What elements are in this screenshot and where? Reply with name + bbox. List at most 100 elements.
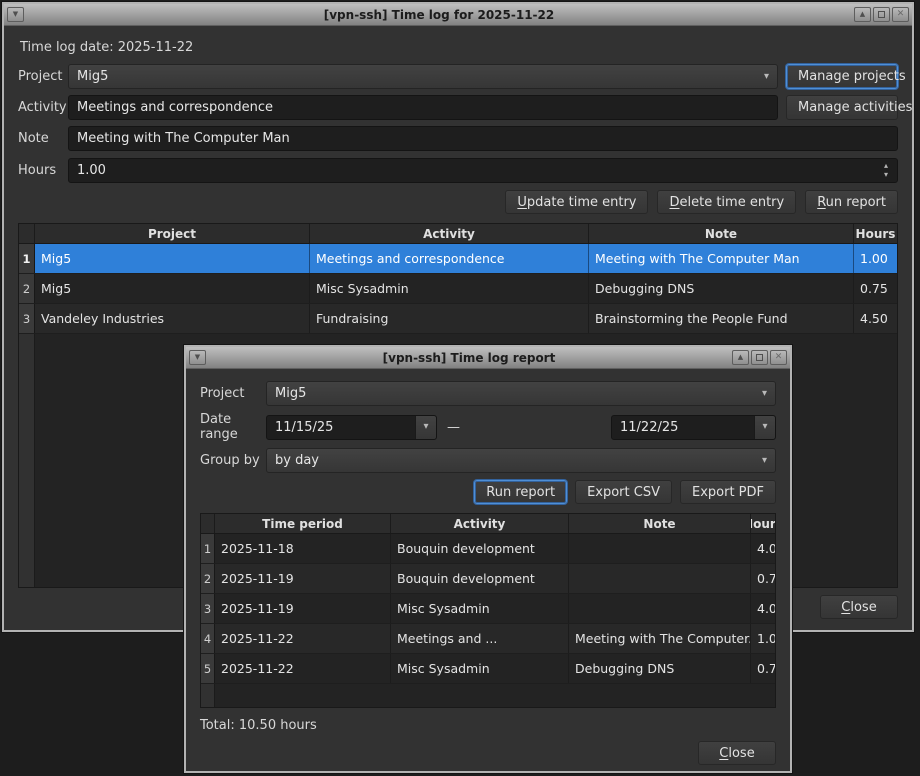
report-project-row: Project Mig5 ▾ — [200, 381, 776, 406]
start-date-picker[interactable]: 11/15/25 ▾ — [266, 415, 437, 440]
cell-hours: 4.50 — [854, 304, 897, 333]
row-number: 1 — [19, 244, 35, 273]
cell-hours: 1.00 — [854, 244, 897, 273]
spinner-buttons: ▴ ▾ — [877, 162, 895, 179]
close-icon: ✕ — [897, 10, 905, 19]
cell-note — [569, 534, 751, 563]
entry-action-buttons: Update time entry Delete time entry Run … — [18, 190, 898, 214]
table-row[interactable]: 2 Mig5 Misc Sysadmin Debugging DNS 0.75 — [19, 274, 897, 304]
window-controls: ▲ ✕ — [854, 7, 909, 22]
chevron-down-icon: ▾ — [762, 389, 767, 399]
table-row[interactable]: 3 Vandeley Industries Fundraising Brains… — [19, 304, 897, 334]
window-menu-button[interactable]: ▼ — [7, 7, 24, 22]
col-header-activity[interactable]: Activity — [310, 224, 589, 243]
project-label: Project — [18, 69, 68, 84]
chevron-down-icon: ▾ — [764, 72, 769, 82]
maximize-button[interactable] — [873, 7, 890, 22]
col-header-note[interactable]: Note — [569, 514, 751, 533]
cell-hours: 4.00 — [751, 534, 775, 563]
group-by-value: by day — [275, 453, 756, 468]
activity-row: Activity Meetings and correspondence Man… — [18, 95, 898, 120]
col-header-time-period[interactable]: Time period — [215, 514, 391, 533]
delete-time-entry-button[interactable]: Delete time entry — [657, 190, 796, 214]
col-header-note[interactable]: Note — [589, 224, 854, 243]
hours-label: Hours — [18, 163, 68, 178]
cell-hours: 1.00 — [751, 624, 775, 653]
menu-icon: ▼ — [195, 354, 200, 361]
window-controls: ▲ ✕ — [732, 350, 787, 365]
cell-project: Mig5 — [35, 244, 310, 273]
date-range-row: Date range 11/15/25 ▾ — 11/22/25 ▾ — [200, 412, 776, 442]
run-report-button[interactable]: Run report — [805, 190, 898, 214]
cell-period: 2025-11-22 — [215, 654, 391, 683]
shade-button[interactable]: ▲ — [854, 7, 871, 22]
cell-note — [569, 594, 751, 623]
main-titlebar[interactable]: ▼ [vpn-ssh] Time log for 2025-11-22 ▲ ✕ — [4, 4, 912, 26]
manage-projects-button[interactable]: Manage projects — [786, 64, 898, 89]
spin-down-icon[interactable]: ▾ — [884, 171, 888, 179]
spin-up-icon[interactable]: ▴ — [884, 162, 888, 170]
table-header: Project Activity Note Hours — [19, 224, 897, 244]
col-header-project[interactable]: Project — [35, 224, 310, 243]
report-project-label: Project — [200, 386, 266, 401]
cell-note: Debugging DNS — [569, 654, 751, 683]
note-input-value: Meeting with The Computer Man — [77, 131, 889, 146]
report-row[interactable]: 2 2025-11-19 Bouquin development 0.75 — [201, 564, 775, 594]
hours-spinner[interactable]: 1.00 ▴ ▾ — [68, 158, 898, 183]
cell-activity: Bouquin development — [391, 534, 569, 563]
update-time-entry-button[interactable]: Update time entry — [505, 190, 648, 214]
cell-project: Vandeley Industries — [35, 304, 310, 333]
activity-input-value: Meetings and correspondence — [77, 100, 769, 115]
table-row[interactable]: 1 Mig5 Meetings and correspondence Meeti… — [19, 244, 897, 274]
row-number: 1 — [201, 534, 215, 563]
group-by-combobox[interactable]: by day ▾ — [266, 448, 776, 473]
dialog-titlebar[interactable]: ▼ [vpn-ssh] Time log report ▲ ✕ — [186, 347, 790, 369]
dialog-close-button[interactable]: Close — [698, 741, 776, 765]
date-range-separator: — — [447, 420, 460, 435]
report-project-value: Mig5 — [275, 386, 756, 401]
end-date-picker[interactable]: 11/22/25 ▾ — [611, 415, 776, 440]
report-table-header: Time period Activity Note Hours — [201, 514, 775, 534]
dialog-title: [vpn-ssh] Time log report — [209, 351, 729, 365]
manage-activities-button[interactable]: Manage activities — [786, 95, 898, 120]
cell-note: Meeting with The Computer Man — [589, 244, 854, 273]
cell-hours: 4.00 — [751, 594, 775, 623]
row-number: 2 — [19, 274, 35, 303]
col-header-hours[interactable]: Hours — [751, 514, 775, 533]
report-row[interactable]: 5 2025-11-22 Misc Sysadmin Debugging DNS… — [201, 654, 775, 684]
row-number: 3 — [19, 304, 35, 333]
maximize-button[interactable] — [751, 350, 768, 365]
group-by-row: Group by by day ▾ — [200, 448, 776, 473]
cell-note: Meeting with The Computer... — [569, 624, 751, 653]
col-header-hours[interactable]: Hours — [854, 224, 897, 243]
note-input[interactable]: Meeting with The Computer Man — [68, 126, 898, 151]
cell-period: 2025-11-19 — [215, 564, 391, 593]
start-date-dropdown-button[interactable]: ▾ — [415, 416, 436, 439]
project-combobox[interactable]: Mig5 ▾ — [68, 64, 778, 89]
total-hours-label: Total: 10.50 hours — [200, 718, 776, 734]
end-date-dropdown-button[interactable]: ▾ — [754, 416, 775, 439]
chevron-down-icon: ▾ — [762, 456, 767, 466]
cell-activity: Misc Sysadmin — [310, 274, 589, 303]
cell-activity: Misc Sysadmin — [391, 594, 569, 623]
window-menu-button[interactable]: ▼ — [189, 350, 206, 365]
close-window-button[interactable]: ✕ — [892, 7, 909, 22]
activity-input[interactable]: Meetings and correspondence — [68, 95, 778, 120]
cell-period: 2025-11-22 — [215, 624, 391, 653]
report-row[interactable]: 3 2025-11-19 Misc Sysadmin 4.00 — [201, 594, 775, 624]
cell-activity: Fundraising — [310, 304, 589, 333]
project-row: Project Mig5 ▾ Manage projects — [18, 64, 898, 89]
col-header-activity[interactable]: Activity — [391, 514, 569, 533]
close-button[interactable]: Close — [820, 595, 898, 619]
report-row[interactable]: 4 2025-11-22 Meetings and ... Meeting wi… — [201, 624, 775, 654]
dialog-run-report-button[interactable]: Run report — [474, 480, 567, 504]
report-row[interactable]: 1 2025-11-18 Bouquin development 4.00 — [201, 534, 775, 564]
export-pdf-button[interactable]: Export PDF — [680, 480, 776, 504]
cell-note — [569, 564, 751, 593]
close-window-button[interactable]: ✕ — [770, 350, 787, 365]
cell-period: 2025-11-18 — [215, 534, 391, 563]
report-project-combobox[interactable]: Mig5 ▾ — [266, 381, 776, 406]
group-by-label: Group by — [200, 453, 266, 468]
shade-button[interactable]: ▲ — [732, 350, 749, 365]
export-csv-button[interactable]: Export CSV — [575, 480, 672, 504]
